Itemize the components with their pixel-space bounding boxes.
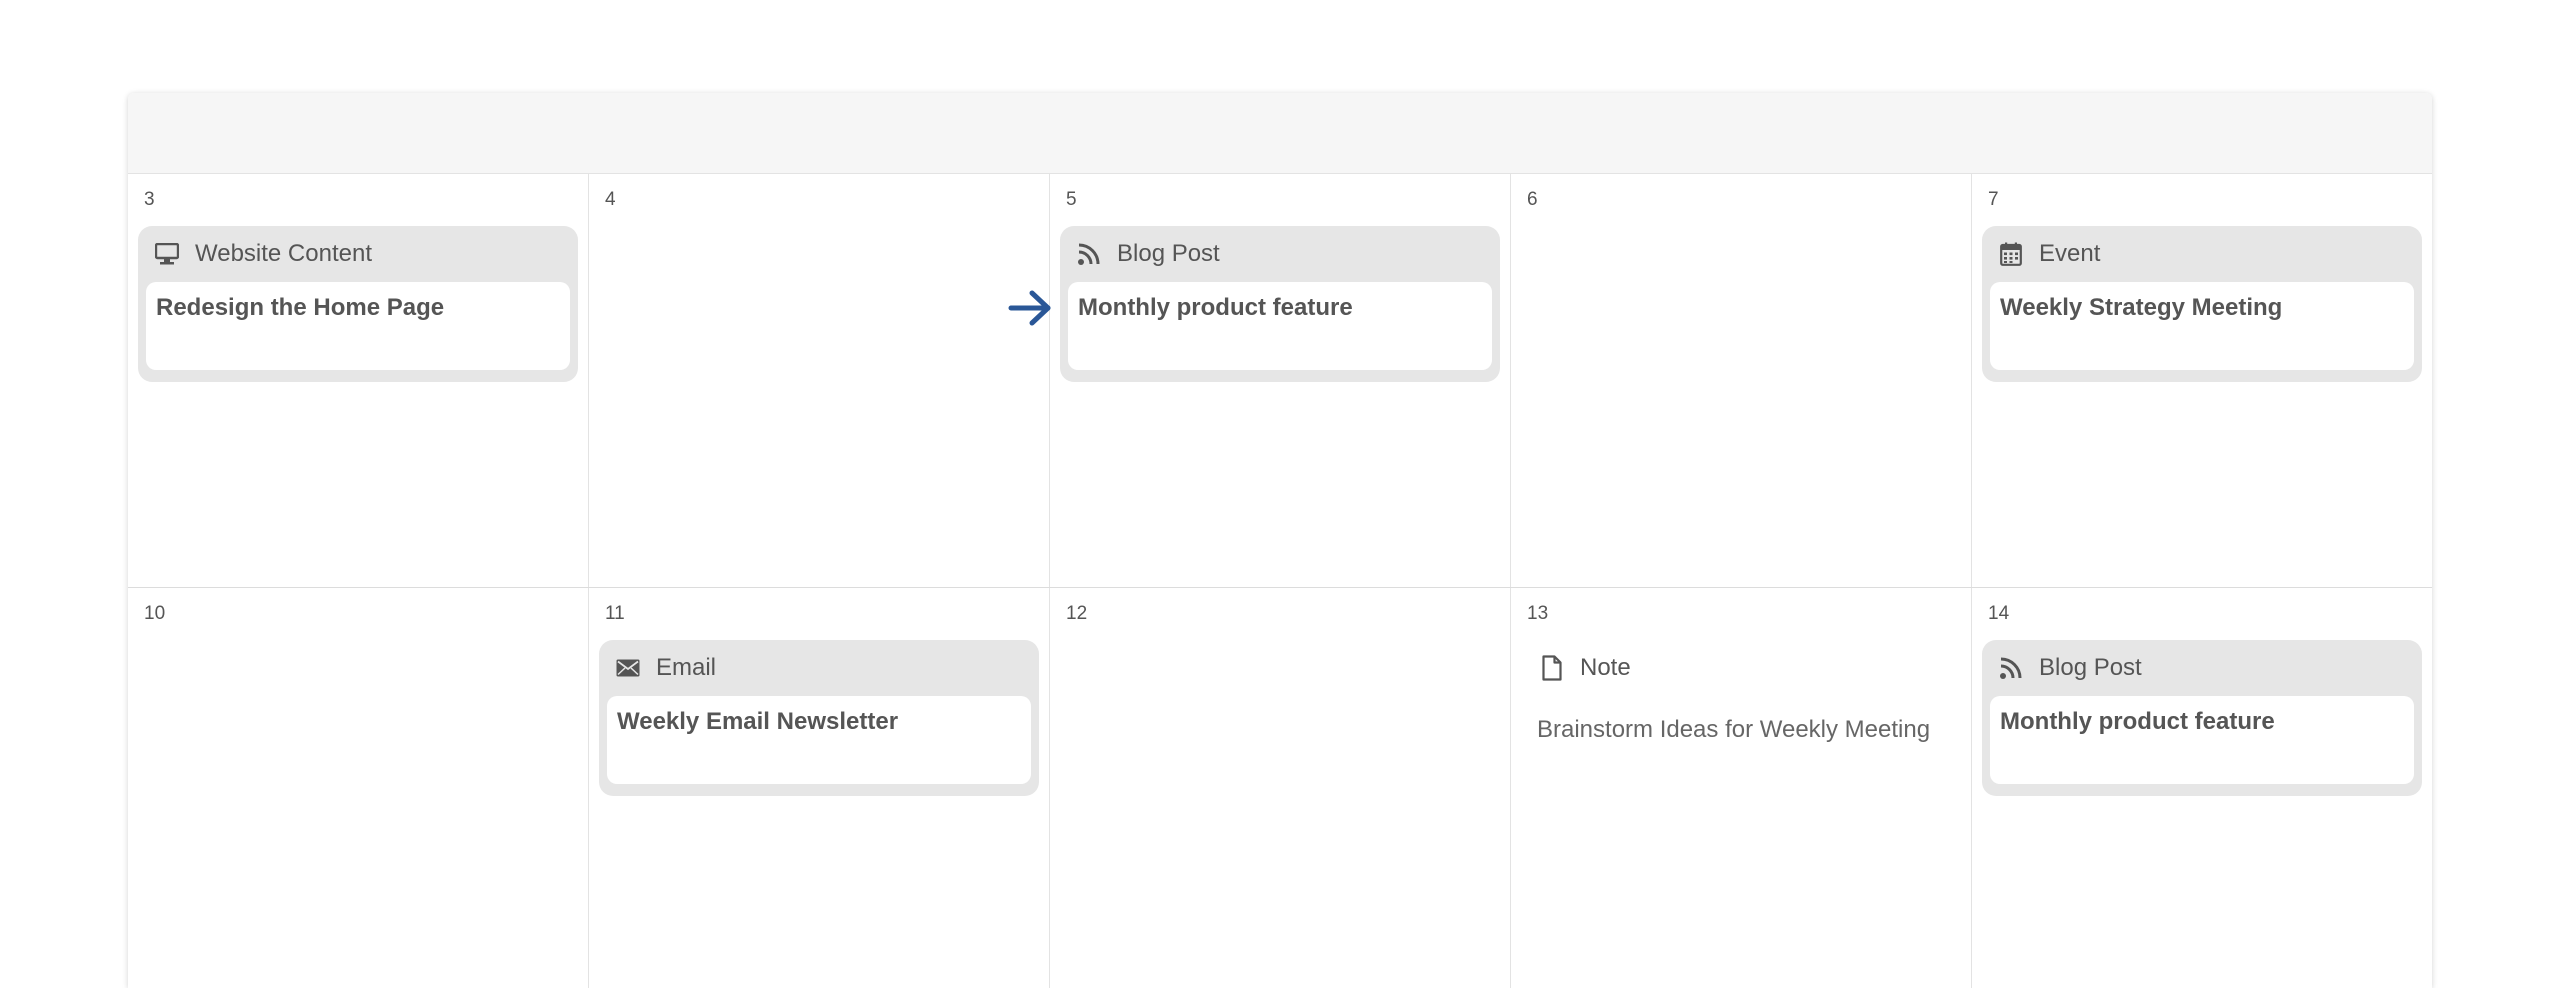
calendar-icon	[1997, 240, 2025, 268]
day-number: 5	[1066, 189, 1077, 210]
rss-icon	[1997, 654, 2025, 682]
day-number: 3	[144, 189, 155, 210]
content-card[interactable]: Blog Post Monthly product feature	[1982, 640, 2422, 796]
card-type-label: Event	[2039, 240, 2101, 267]
day-number: 6	[1527, 189, 1538, 210]
calendar: 3 Website Content Redesign the Home Page…	[128, 93, 2432, 988]
note-header: Note	[1521, 640, 1961, 696]
card-title[interactable]: Monthly product feature	[1068, 282, 1492, 370]
day-cell[interactable]: 12	[1050, 588, 1511, 988]
day-number: 14	[1988, 603, 2010, 624]
calendar-week: 10 11 Email Weekly Email Newsletter 12 1…	[128, 588, 2432, 988]
day-cell[interactable]: 11 Email Weekly Email Newsletter	[589, 588, 1050, 988]
card-header: Website Content	[146, 226, 570, 282]
card-header: Blog Post	[1990, 640, 2414, 696]
card-type-label: Blog Post	[1117, 240, 1220, 267]
card-title[interactable]: Weekly Strategy Meeting	[1990, 282, 2414, 370]
document-icon	[1538, 654, 1566, 682]
day-cell[interactable]: 3 Website Content Redesign the Home Page	[128, 174, 589, 587]
card-header: Email	[607, 640, 1031, 696]
content-card[interactable]: Website Content Redesign the Home Page	[138, 226, 578, 382]
content-card[interactable]: Blog Post Monthly product feature	[1008, 226, 1500, 382]
monitor-icon	[153, 240, 181, 268]
day-number: 7	[1988, 189, 1999, 210]
day-number: 10	[144, 603, 166, 624]
day-cell[interactable]: 13 Note Brainstorm Ideas for Weekly Meet…	[1511, 588, 1972, 988]
content-card[interactable]: Event Weekly Strategy Meeting	[1982, 226, 2422, 382]
day-cell[interactable]: 6	[1511, 174, 1972, 587]
rss-icon	[1075, 240, 1103, 268]
day-number: 11	[605, 603, 625, 624]
day-cell[interactable]: 4	[589, 174, 1050, 587]
card-header: Blog Post	[1068, 226, 1492, 282]
calendar-week: 3 Website Content Redesign the Home Page…	[128, 174, 2432, 588]
card-title[interactable]: Weekly Email Newsletter	[607, 696, 1031, 784]
card-title[interactable]: Redesign the Home Page	[146, 282, 570, 370]
note-type-label: Note	[1580, 654, 1631, 681]
note-item[interactable]: Note Brainstorm Ideas for Weekly Meeting	[1521, 640, 1961, 744]
day-cell[interactable]: 7 Event Weekly Strategy Meeting	[1972, 174, 2432, 587]
day-number: 4	[605, 189, 616, 210]
content-card[interactable]: Email Weekly Email Newsletter	[599, 640, 1039, 796]
note-text[interactable]: Brainstorm Ideas for Weekly Meeting	[1521, 696, 1961, 744]
card-type-label: Website Content	[195, 240, 372, 267]
calendar-header	[128, 93, 2432, 174]
card-type-label: Blog Post	[2039, 654, 2142, 681]
day-cell[interactable]: 14 Blog Post Monthly product feature	[1972, 588, 2432, 988]
card-title[interactable]: Monthly product feature	[1990, 696, 2414, 784]
day-number: 12	[1066, 603, 1088, 624]
envelope-icon	[614, 654, 642, 682]
day-number: 13	[1527, 603, 1549, 624]
card-type-label: Email	[656, 654, 717, 681]
day-cell[interactable]: 5 Blog Post Monthly product feature	[1008, 174, 1511, 587]
day-cell[interactable]: 10	[128, 588, 589, 988]
arrow-right-icon	[1008, 290, 1051, 326]
card-header: Event	[1990, 226, 2414, 282]
